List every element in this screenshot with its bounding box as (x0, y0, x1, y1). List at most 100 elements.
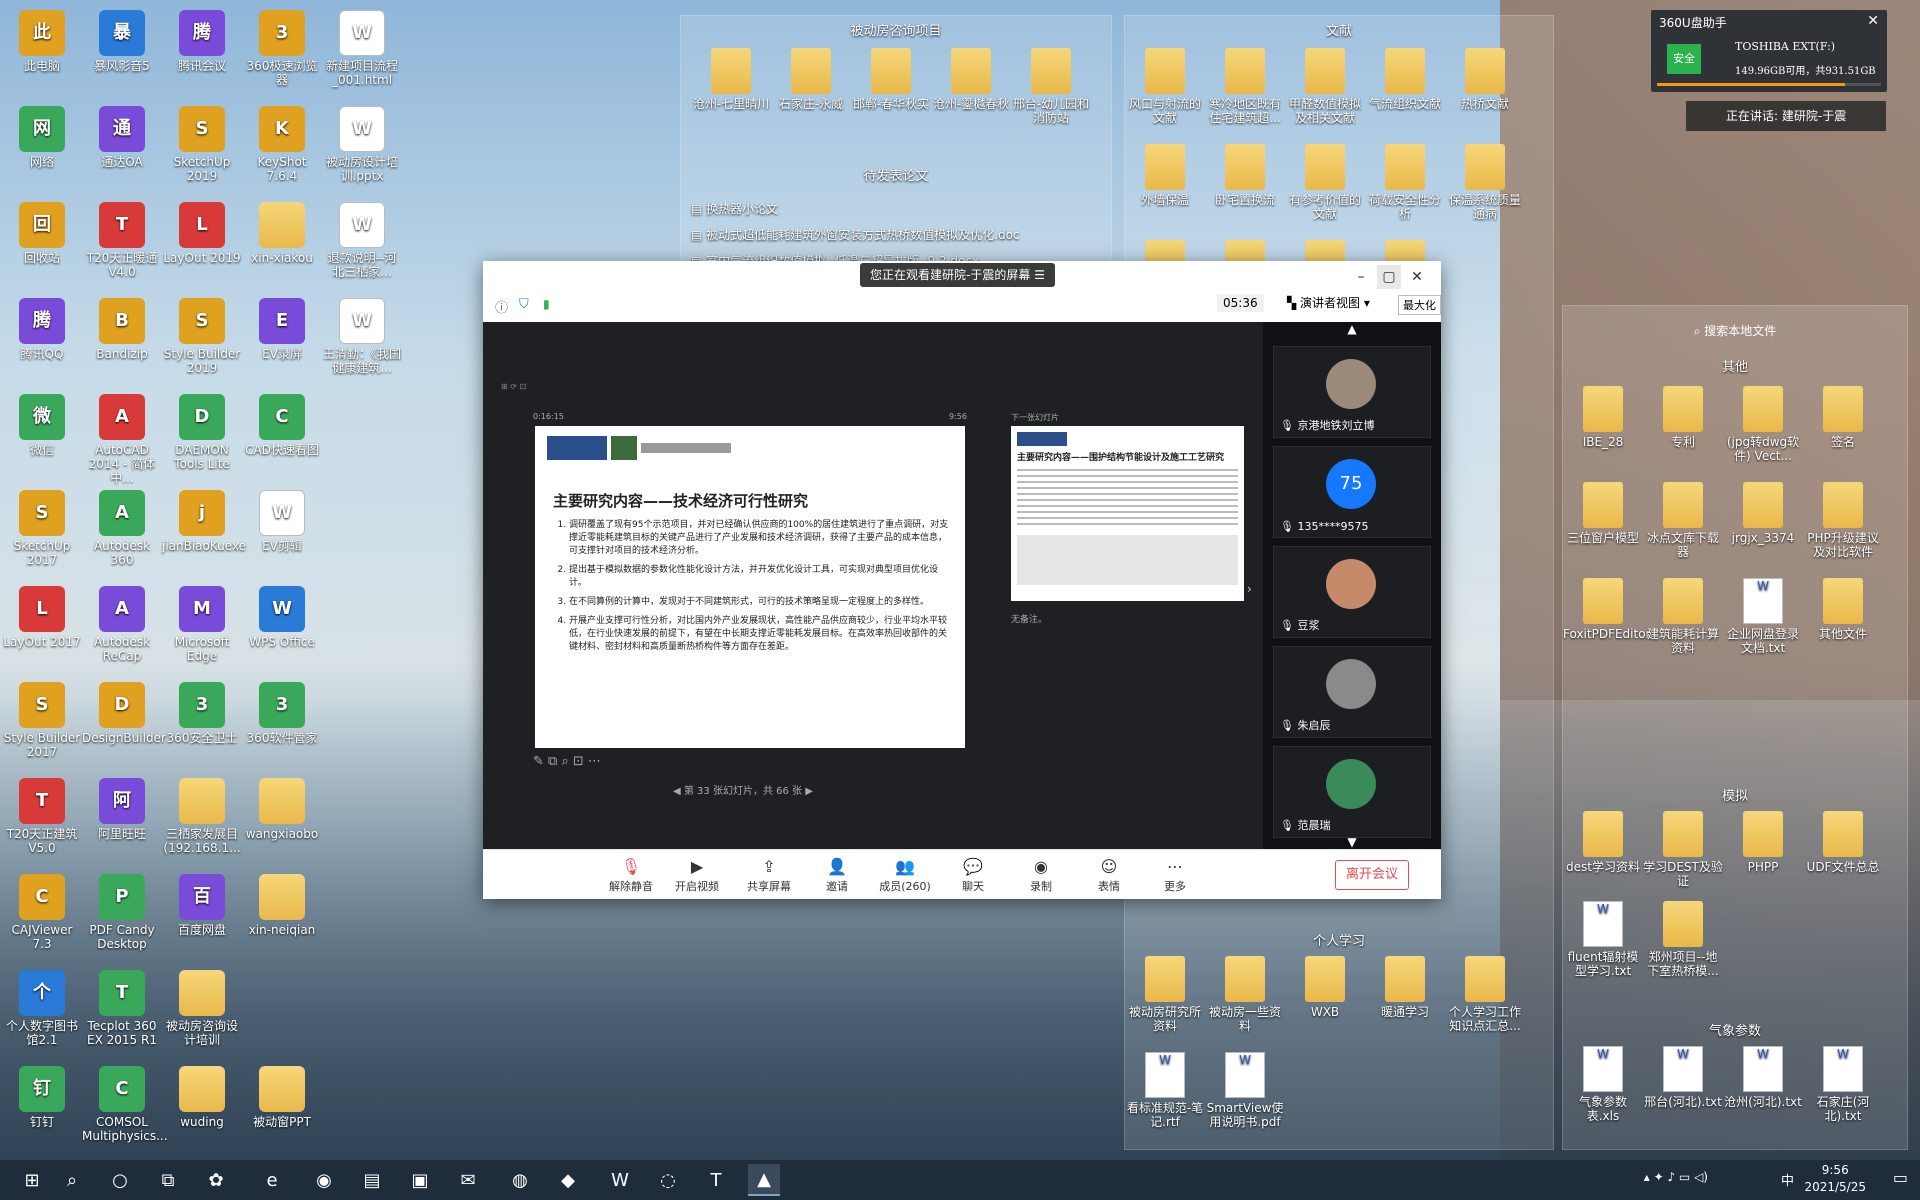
invite-button[interactable]: 👤 邀请 (809, 856, 865, 894)
mail-icon[interactable]: ✉ (452, 1164, 484, 1196)
start-icon[interactable]: ⊞ (16, 1164, 48, 1196)
desktop-item[interactable]: S Style Builder 2017 (2, 682, 82, 759)
desktop-item[interactable]: 热桥文献 (1445, 48, 1525, 111)
desktop-item[interactable]: E EV录屏 (242, 298, 322, 361)
notification-icon[interactable]: ▭ (1893, 1168, 1908, 1187)
desktop-item[interactable]: 腾腾讯会议 (162, 10, 242, 73)
desktop-item[interactable]: M Microsoft Edge (162, 586, 242, 663)
signal-icon[interactable]: ▮ (543, 297, 550, 311)
list-item[interactable]: ▤ 换热器小论文 (691, 196, 1020, 222)
maximize-button[interactable]: ▢ (1377, 265, 1401, 289)
search-box[interactable]: ⌕ 搜索本地文件 (1645, 318, 1825, 344)
desktop-item[interactable]: 建筑能耗计算资料 (1643, 578, 1723, 655)
file-explorer-icon[interactable]: ▤ (356, 1164, 388, 1196)
info-icon[interactable]: ⓘ (495, 297, 508, 316)
camera-off-button[interactable]: ▶ 开启视频 (669, 856, 725, 894)
close-icon[interactable]: ✕ (1867, 13, 1879, 29)
members-button[interactable]: 👥 成员(260) (877, 856, 933, 894)
desktop-item[interactable]: xin-neiqian (242, 874, 322, 937)
desktop-item[interactable]: Wfluent辐射模型学习.txt (1563, 901, 1643, 978)
desktop-item[interactable]: 石家庄-永威 (771, 48, 851, 111)
minimize-button[interactable]: – (1349, 265, 1373, 289)
desktop-item[interactable]: 被动窗PPT (242, 1066, 322, 1129)
desktop-item[interactable]: T T20天正暖通V4.0 (82, 202, 162, 279)
mic-muted-button[interactable]: 🎙 解除静音 (603, 856, 659, 894)
desktop-item[interactable]: W 沧州(河北).txt (1723, 1046, 1803, 1109)
record-button[interactable]: ◉ 录制 (1013, 856, 1069, 894)
desktop-item[interactable]: S SketchUp 2017 (2, 490, 82, 567)
desktop-item[interactable]: W 王清勤：《我国健康建筑... (322, 298, 402, 375)
desktop-item[interactable]: 冰点文库下载器 (1643, 482, 1723, 559)
clock[interactable]: 9:56 2021/5/25 (1804, 1162, 1866, 1196)
more-button[interactable]: ⋯ 更多 (1147, 856, 1203, 894)
desktop-item[interactable]: 百百度网盘 (162, 874, 242, 937)
desktop-item[interactable]: L LayOut 2017 (2, 586, 82, 649)
desktop-item[interactable]: D DesignBuilder (82, 682, 166, 745)
desktop-item[interactable]: A Autodesk 360 (82, 490, 162, 567)
desktop-item[interactable]: j jianBiaoKuexe (162, 490, 246, 553)
desktop-item[interactable]: 沧州-七里晴川 (691, 48, 771, 111)
desktop-item[interactable]: 暖通学习 (1365, 956, 1445, 1019)
desktop-item[interactable]: 学习DEST及验证 (1643, 811, 1723, 888)
desktop-item[interactable]: 腾腾讯QQ (2, 298, 82, 361)
desktop-item[interactable]: UDF文件总总 (1803, 811, 1883, 874)
desktop-item[interactable]: 签名 (1803, 386, 1883, 449)
desktop-item[interactable]: 暴暴风影音5 (82, 10, 162, 73)
desktop-item[interactable]: 三位窗户模型 (1563, 482, 1643, 545)
desktop-item[interactable]: W 企业网盘登录文档.txt (1723, 578, 1803, 655)
desktop-item[interactable]: 钉钉钉 (2, 1066, 82, 1129)
desktop-item[interactable]: 其他文件 (1803, 578, 1883, 641)
desktop-item[interactable]: 3 360软件管家 (242, 682, 322, 745)
desktop-item[interactable]: PHP升级建议及对比软件 (1803, 482, 1883, 559)
desktop-item[interactable]: B Bandizip (82, 298, 162, 361)
desktop-item[interactable]: W SmartView使用说明书.pdf (1205, 1052, 1285, 1129)
pen-tools[interactable]: ✎ ⧉ ⌕ ⊡ ⋯ (533, 754, 601, 769)
360-browser-icon[interactable]: ◍ (504, 1164, 536, 1196)
desktop-item[interactable]: T Tecplot 360 EX 2015 R1 (82, 970, 162, 1047)
ime-indicator[interactable]: 中 (1781, 1170, 1794, 1189)
desktop-item[interactable]: 3 360安全卫士 (162, 682, 242, 745)
ie-icon[interactable]: e (256, 1164, 288, 1196)
wechat-icon[interactable]: ◌ (652, 1164, 684, 1196)
desktop-item[interactable]: 有参考价值的文献 (1285, 144, 1365, 221)
desktop-item[interactable]: 郑州项目--地下室热桥模... (1643, 901, 1723, 978)
desktop-item[interactable]: L LayOut 2019 (162, 202, 242, 265)
desktop-item[interactable]: P PDF Candy Desktop (82, 874, 162, 951)
desktop-item[interactable]: D DAEMON Tools Lite (162, 394, 242, 471)
bandizip-icon[interactable]: ◆ (552, 1164, 584, 1196)
participant-tile[interactable]: 75 🎙 135****9575 (1273, 446, 1431, 538)
desktop-item[interactable]: 甲醛数值模拟及相关文献 (1285, 48, 1365, 125)
desktop-item[interactable]: S Style Builder 2019 (162, 298, 242, 375)
desktop-item[interactable]: PHPP (1723, 811, 1803, 874)
desktop-item[interactable]: 沧州-鎏樾春秋 (931, 48, 1011, 111)
share-screen-button[interactable]: ⇪ 共享屏幕 (741, 856, 797, 894)
desktop-item[interactable]: 外墙保温 (1125, 144, 1205, 207)
desktop-item[interactable]: 阿阿里旺旺 (82, 778, 162, 841)
desktop-item[interactable]: C COMSOL Multiphysics... (82, 1066, 168, 1143)
close-button[interactable]: ✕ (1405, 265, 1429, 289)
desktop-item[interactable]: S SketchUp 2019 (162, 106, 242, 183)
desktop-item[interactable]: 荷载安全性分析 (1365, 144, 1445, 221)
tencent-meeting-icon[interactable]: ▲ (748, 1164, 780, 1196)
search-icon[interactable]: ⌕ (56, 1164, 88, 1196)
desktop-item[interactable]: C CAJViewer 7.3 (2, 874, 82, 951)
slide-pager[interactable]: ◀ 第 33 张幻灯片，共 66 张 ▶ (673, 782, 813, 797)
desktop-item[interactable]: W WPS Office (242, 586, 322, 649)
tongda-oa-icon[interactable]: T (700, 1164, 732, 1196)
desktop-item[interactable]: 通通达OA (82, 106, 162, 169)
desktop-item[interactable]: T T20天正建筑V5.0 (2, 778, 82, 855)
scroll-down-icon[interactable]: ▼ (1263, 835, 1441, 849)
leave-meeting-button[interactable]: 离开会议 (1335, 860, 1409, 890)
desktop-item[interactable]: dest学习资料 (1563, 811, 1643, 874)
desktop-item[interactable]: 被动房一些资料 (1205, 956, 1285, 1033)
desktop-item[interactable]: W 看标准规范-笔记.rtf (1125, 1052, 1205, 1129)
cortana-icon[interactable]: ○ (104, 1164, 136, 1196)
participant-tile[interactable]: 🎙 范晨瑞 (1273, 746, 1431, 838)
desktop-item[interactable]: WXB (1285, 956, 1365, 1019)
desktop-item[interactable]: 邯郸-春华秋实 (851, 48, 931, 111)
desktop-item[interactable]: 被动房研究所资料 (1125, 956, 1205, 1033)
desktop-item[interactable]: xin-xiakou (242, 202, 322, 265)
desktop-item[interactable]: 三栖家发展目(192.168.1... (162, 778, 242, 855)
desktop-item[interactable]: W 被动房设计培训.pptx (322, 106, 402, 183)
desktop-item[interactable]: W 邢台(河北).txt (1643, 1046, 1723, 1109)
